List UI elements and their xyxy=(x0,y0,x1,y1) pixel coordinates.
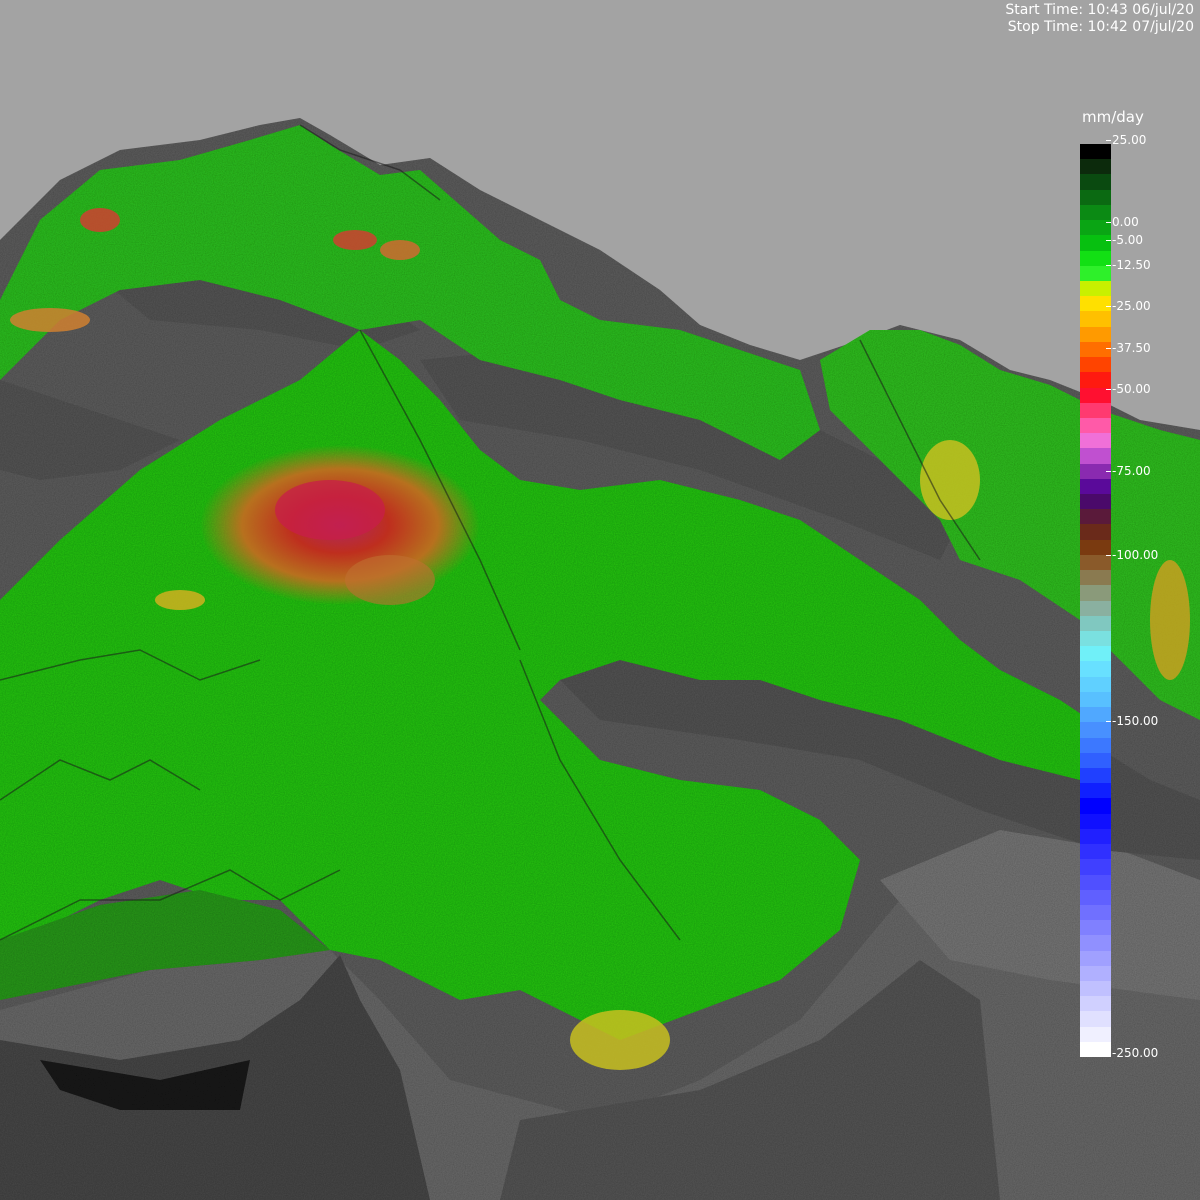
color-bar-segment xyxy=(1080,570,1111,586)
color-bar-segment xyxy=(1080,767,1111,784)
color-bar-tick-label: -150.00 xyxy=(1105,714,1159,728)
color-bar-tick-label: 25.00 xyxy=(1105,133,1147,147)
color-bar-segment xyxy=(1080,859,1111,875)
color-bar-segment xyxy=(1080,311,1111,327)
time-range: Start Time: 10:43 06/jul/20 Stop Time: 1… xyxy=(1005,2,1194,36)
color-bar-tick-label: -37.50 xyxy=(1106,341,1151,355)
color-bar-segment xyxy=(1080,494,1111,510)
color-bar-segment xyxy=(1080,874,1111,890)
color-bar-tick-label: -5.00 xyxy=(1105,233,1144,247)
color-bar-segment xyxy=(1080,1011,1111,1027)
color-bar-segment xyxy=(1080,357,1111,373)
color-bar-tick-label: 0.00 xyxy=(1106,215,1139,229)
color-bar-segment xyxy=(1080,433,1111,449)
precip-hotspot xyxy=(200,445,480,605)
color-bar-segment xyxy=(1080,615,1111,631)
color-bar-segment xyxy=(1080,950,1111,966)
color-bar-segment xyxy=(1080,235,1111,251)
color-bar-segment xyxy=(1080,783,1111,799)
color-bar-segment xyxy=(1080,981,1111,997)
color-bar-segment xyxy=(1080,676,1111,692)
color-bar-segment xyxy=(1080,737,1111,753)
color-bar-segment xyxy=(1080,524,1111,540)
color-bar-segment xyxy=(1080,341,1111,358)
color-bar-tick-label: -250.00 xyxy=(1105,1046,1159,1060)
color-bar-segment xyxy=(1080,631,1111,647)
color-bar-segment xyxy=(1080,996,1111,1012)
color-bar-segment xyxy=(1080,889,1111,905)
color-bar-segment xyxy=(1080,600,1111,616)
color-bar-segment xyxy=(1080,935,1111,951)
color-bar-segment xyxy=(1080,554,1111,571)
color-bar-segment xyxy=(1080,326,1111,342)
color-bar-segment xyxy=(1080,722,1111,738)
color-bar-tick-label: -25.00 xyxy=(1106,299,1151,313)
color-bar xyxy=(1080,144,1111,1058)
color-bar-segment xyxy=(1080,1041,1111,1058)
color-bar-segment xyxy=(1080,144,1111,160)
color-bar-segment xyxy=(1080,296,1111,312)
color-bar-segment xyxy=(1080,204,1111,221)
color-bar-segment xyxy=(1080,250,1111,266)
color-bar-segment xyxy=(1080,920,1111,936)
color-bar-segment xyxy=(1080,174,1111,190)
color-bar-segment xyxy=(1080,752,1111,768)
color-bar-tick-label: -100.00 xyxy=(1105,548,1159,562)
color-bar-segment xyxy=(1080,372,1111,388)
color-bar-segment xyxy=(1080,539,1111,555)
color-bar-segment xyxy=(1080,646,1111,662)
color-bar-segment xyxy=(1080,478,1111,495)
color-bar-segment xyxy=(1080,965,1111,982)
color-bar-segment xyxy=(1080,1026,1111,1042)
color-bar-segment xyxy=(1080,691,1111,708)
color-bar-segment xyxy=(1080,417,1111,434)
start-time: Start Time: 10:43 06/jul/20 xyxy=(1005,2,1194,18)
stop-time: Stop Time: 10:42 07/jul/20 xyxy=(1007,19,1194,35)
color-bar-tick-label: -75.00 xyxy=(1106,464,1151,478)
terrain-map[interactable] xyxy=(0,0,1200,1200)
color-bar-segment xyxy=(1080,509,1111,525)
color-bar-segment xyxy=(1080,265,1111,281)
color-bar-segment xyxy=(1080,904,1111,921)
color-bar-segment xyxy=(1080,844,1111,860)
color-bar-segment xyxy=(1080,813,1111,829)
color-bar-segment xyxy=(1080,280,1111,297)
color-bar-segment xyxy=(1080,402,1111,418)
color-bar-segment xyxy=(1080,798,1111,814)
color-bar-segment xyxy=(1080,448,1111,464)
color-bar-segment xyxy=(1080,828,1111,845)
color-bar-segment xyxy=(1080,585,1111,601)
color-bar-segment xyxy=(1080,159,1111,175)
color-bar-segment xyxy=(1080,661,1111,677)
legend-unit: mm/day xyxy=(1082,108,1144,126)
color-bar-tick-label: -12.50 xyxy=(1106,258,1151,272)
color-bar-tick-label: -50.00 xyxy=(1106,382,1151,396)
color-bar-segment xyxy=(1080,189,1111,205)
